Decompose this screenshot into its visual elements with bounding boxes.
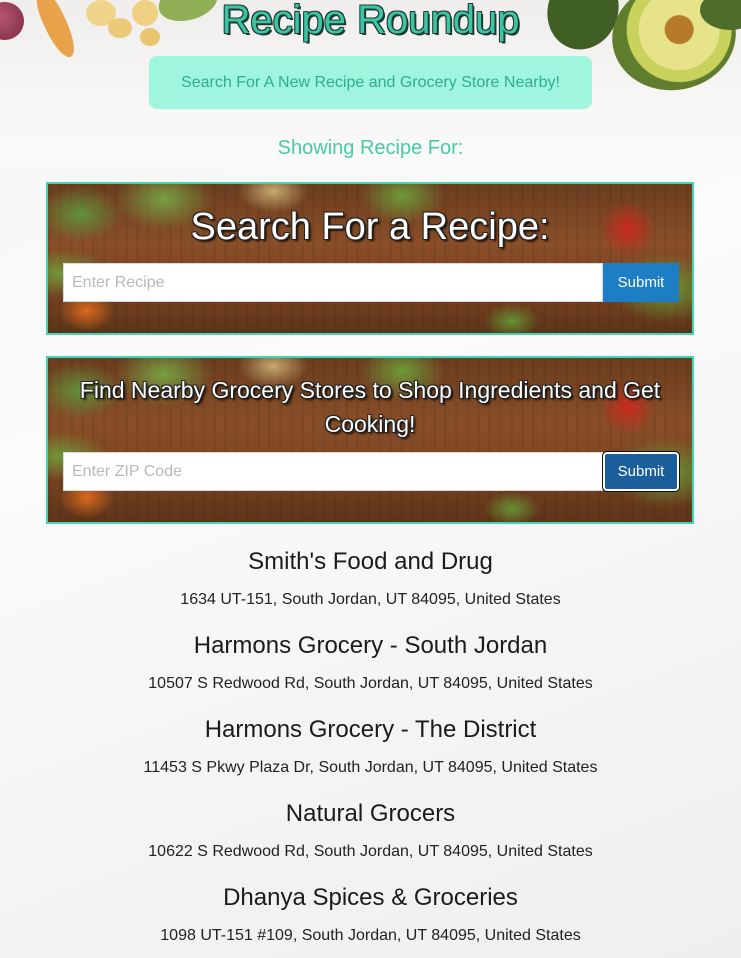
recipe-search-row: Submit [63,263,679,302]
store-name: Harmons Grocery - South Jordan [193,632,548,659]
page-header: Recipe Roundup Search For A New Recipe a… [0,0,741,162]
store-address: 10507 S Redwood Rd, South Jordan, UT 840… [148,675,593,692]
store-address: 11453 S Pkwy Plaza Dr, South Jordan, UT … [143,759,598,776]
showing-recipe-label: Showing Recipe For: [277,137,464,159]
store-result: Dhanya Spices & Groceries 1098 UT-151 #1… [0,879,741,958]
store-result: Natural Grocers 10622 S Redwood Rd, Sout… [0,795,741,879]
recipe-submit-button[interactable]: Submit [603,263,679,302]
zip-search-row: Submit [63,451,680,492]
store-result: Harmons Grocery - South Jordan 10507 S R… [0,627,741,711]
site-title: Recipe Roundup [221,0,520,42]
recipe-search-title: Search For a Recipe: [190,206,550,248]
store-address: 1634 UT-151, South Jordan, UT 84095, Uni… [180,591,561,608]
grocery-store-results: Smith's Food and Drug 1634 UT-151, South… [0,543,741,958]
grocery-search-title: Find Nearby Grocery Stores to Shop Ingre… [79,377,661,437]
store-name: Dhanya Spices & Groceries [223,884,518,911]
zip-submit-button[interactable]: Submit [602,451,680,492]
tagline-banner: Search For A New Recipe and Grocery Stor… [149,56,592,109]
store-name: Natural Grocers [285,800,456,827]
recipe-search-panel: Search For a Recipe: Submit [46,182,694,335]
store-address: 1098 UT-151 #109, South Jordan, UT 84095… [160,927,581,944]
zip-code-input[interactable] [63,452,603,491]
store-result: Smith's Food and Drug 1634 UT-151, South… [0,543,741,627]
store-result: Harmons Grocery - The District 11453 S P… [0,711,741,795]
store-name: Smith's Food and Drug [248,548,493,575]
store-name: Harmons Grocery - The District [204,716,537,743]
recipe-search-input[interactable] [63,263,603,302]
store-address: 10622 S Redwood Rd, South Jordan, UT 840… [148,843,593,860]
grocery-search-panel: Find Nearby Grocery Stores to Shop Ingre… [46,356,694,524]
